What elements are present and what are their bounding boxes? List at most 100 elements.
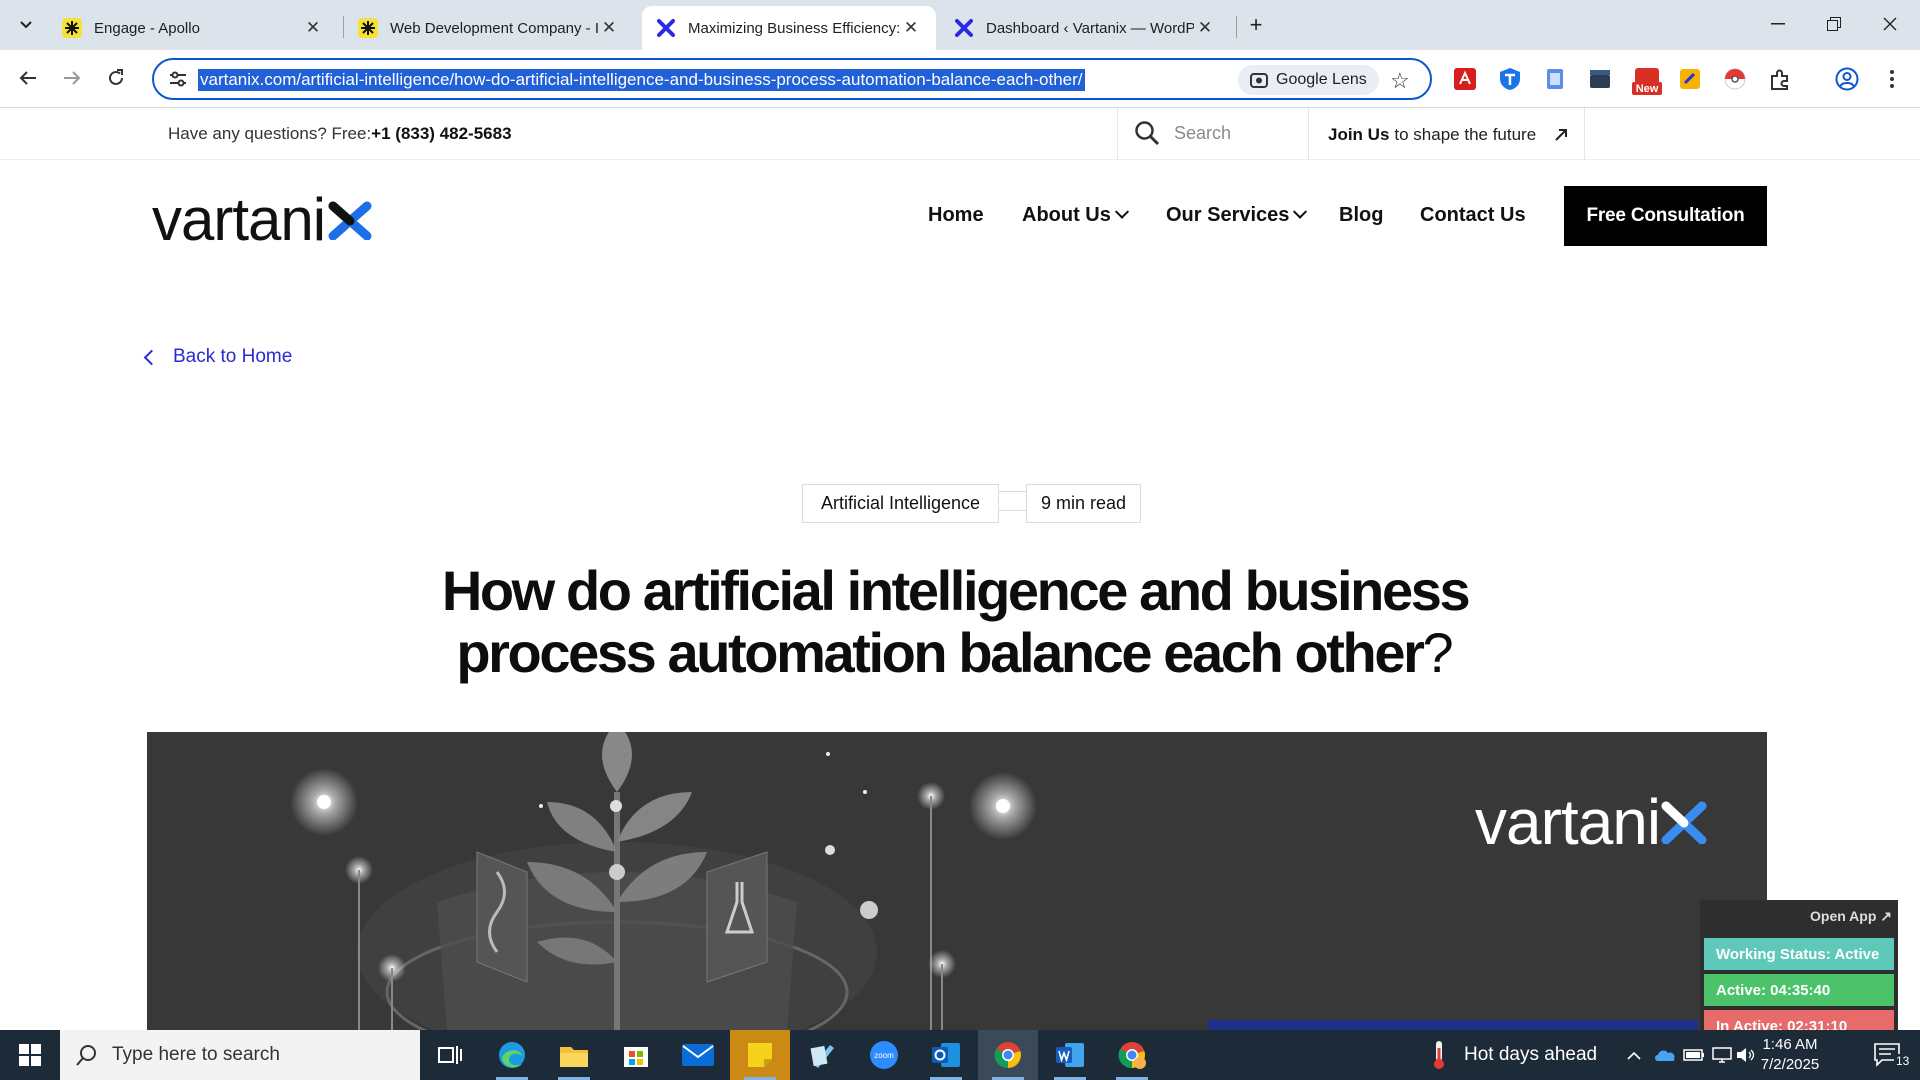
tab-search-button[interactable]: [10, 10, 42, 40]
back-to-home-link[interactable]: Back to Home: [143, 346, 292, 368]
category-badge[interactable]: Artificial Intelligence: [802, 484, 999, 523]
hero-logo: vartani: [1475, 785, 1708, 859]
file-explorer-icon[interactable]: [544, 1030, 604, 1080]
notification-count: 13: [1894, 1054, 1912, 1068]
bookmark-star-icon[interactable]: ☆: [1390, 68, 1410, 94]
restore-button[interactable]: [1806, 0, 1862, 48]
arrow-left-icon: [19, 71, 36, 85]
outlook-icon[interactable]: [916, 1030, 976, 1080]
document-extension-icon[interactable]: [1542, 66, 1568, 92]
logo-x-mark: [328, 201, 372, 240]
notifications-button[interactable]: 13: [1862, 1030, 1912, 1080]
mail-icon[interactable]: [668, 1030, 728, 1080]
nav-home[interactable]: Home: [928, 204, 984, 227]
zoom-icon[interactable]: zoom: [854, 1030, 914, 1080]
nav-services-label: Our Services: [1166, 204, 1290, 226]
phone-link[interactable]: +1 (833) 482-5683: [371, 124, 511, 143]
task-view-icon[interactable]: [420, 1030, 480, 1080]
taskbar-search-input[interactable]: Type here to search: [112, 1044, 280, 1066]
pokeball-extension-icon[interactable]: [1722, 66, 1748, 92]
nav-contact-us[interactable]: Contact Us: [1420, 204, 1526, 227]
pdf-extension-icon[interactable]: [1452, 66, 1478, 92]
address-bar[interactable]: vartanix.com/artificial-intelligence/how…: [152, 58, 1432, 100]
url-text[interactable]: vartanix.com/artificial-intelligence/how…: [198, 69, 1085, 91]
open-app-button[interactable]: Open App ↗: [1810, 908, 1892, 925]
new-extension-icon[interactable]: New: [1632, 66, 1662, 96]
site-search[interactable]: Search: [1134, 120, 1231, 146]
close-window-button[interactable]: [1862, 0, 1918, 48]
search-icon: [76, 1045, 96, 1066]
contact-question: Have any questions? Free:+1 (833) 482-56…: [168, 124, 512, 144]
minimize-button[interactable]: [1750, 0, 1806, 48]
hero-logo-text: vartani: [1475, 786, 1661, 858]
google-lens-button[interactable]: Google Lens: [1238, 65, 1379, 95]
system-clock[interactable]: 1:46 AM 7/2/2025: [1740, 1035, 1840, 1075]
logo-wordmark: vartani: [152, 186, 326, 253]
join-bold: Join Us: [1328, 125, 1390, 144]
question-text: Have any questions? Free:: [168, 124, 372, 143]
arrow-up-right-icon: [1555, 129, 1568, 141]
ai-plant-illustration: [147, 732, 1767, 1030]
svg-text:zoom: zoom: [874, 1051, 894, 1060]
network-icon[interactable]: [1708, 1030, 1736, 1080]
join-us-link[interactable]: Join Us to shape the future: [1328, 125, 1568, 145]
search-input[interactable]: Search: [1174, 123, 1231, 144]
weather-widget[interactable]: Hot days ahead: [1430, 1030, 1597, 1080]
tab-web-development[interactable]: Web Development Company - I ✕: [344, 6, 634, 50]
taskbar-search[interactable]: Type here to search: [60, 1030, 420, 1080]
word-icon[interactable]: [1040, 1030, 1100, 1080]
restore-icon: [1827, 17, 1841, 31]
article-title-question: ?: [1422, 621, 1454, 684]
nav-about-label: About Us: [1022, 204, 1111, 226]
reload-button[interactable]: [100, 62, 132, 94]
profile-icon[interactable]: [1834, 66, 1860, 92]
join-text: to shape the future: [1394, 125, 1537, 144]
inactive-time: In Active: 02:31:10: [1704, 1010, 1894, 1030]
forward-button[interactable]: [56, 62, 88, 94]
article-title: How do artificial intelligence and busin…: [380, 560, 1530, 684]
puzzle-extensions-icon[interactable]: [1767, 66, 1793, 92]
new-tab-button[interactable]: +: [1240, 10, 1272, 40]
nav-our-services[interactable]: Our Services: [1166, 204, 1308, 227]
battery-icon[interactable]: [1680, 1030, 1708, 1080]
nav-contact-label: Contact Us: [1420, 204, 1526, 226]
sticky-notes-icon[interactable]: [730, 1030, 790, 1080]
apollo-icon: [358, 18, 378, 38]
site-settings-icon: [170, 71, 186, 87]
back-button[interactable]: [12, 62, 44, 94]
close-icon[interactable]: ✕: [302, 17, 324, 39]
windows-icon: [19, 1044, 41, 1066]
tab-title: Engage - Apollo: [94, 19, 200, 37]
vartanix-logo[interactable]: vartani: [152, 185, 373, 254]
tab-title: Dashboard ‹ Vartanix — WordP: [986, 19, 1194, 37]
close-icon[interactable]: ✕: [598, 17, 620, 39]
tab-dashboard[interactable]: Dashboard ‹ Vartanix — WordP ✕: [940, 6, 1230, 50]
free-consultation-button[interactable]: Free Consultation: [1564, 186, 1767, 246]
microsoft-store-icon[interactable]: [606, 1030, 666, 1080]
nav-about-us[interactable]: About Us: [1022, 204, 1129, 227]
nav-home-label: Home: [928, 204, 984, 226]
notepad-icon[interactable]: [792, 1030, 852, 1080]
clock-time: 1:46 AM: [1762, 1036, 1818, 1053]
weather-text: Hot days ahead: [1464, 1044, 1598, 1065]
close-icon[interactable]: ✕: [900, 17, 922, 39]
close-icon[interactable]: ✕: [1194, 17, 1216, 39]
chrome-profile-icon[interactable]: [1102, 1030, 1162, 1080]
chrome-icon[interactable]: [978, 1030, 1038, 1080]
shield-extension-icon[interactable]: [1497, 66, 1523, 92]
tag-extension-icon[interactable]: [1677, 66, 1703, 92]
clock-date: 7/2/2025: [1760, 1056, 1820, 1073]
chevron-down-icon: [1114, 204, 1129, 219]
edge-icon[interactable]: [482, 1030, 542, 1080]
close-icon: [1883, 17, 1897, 31]
more-menu-icon[interactable]: [1879, 66, 1905, 92]
nav-blog[interactable]: Blog: [1339, 204, 1383, 227]
tab-apollo[interactable]: Engage - Apollo ✕: [48, 6, 338, 50]
tab-strip: Engage - Apollo ✕ Web Development Compan…: [0, 0, 1920, 50]
chevron-up-icon[interactable]: [1620, 1030, 1648, 1080]
onedrive-icon[interactable]: [1651, 1030, 1679, 1080]
tab-maximizing-business[interactable]: Maximizing Business Efficiency: ✕: [642, 6, 936, 50]
clapper-extension-icon[interactable]: [1587, 66, 1613, 92]
tab-title: Web Development Company - I: [390, 19, 598, 37]
start-button[interactable]: [0, 1030, 60, 1080]
